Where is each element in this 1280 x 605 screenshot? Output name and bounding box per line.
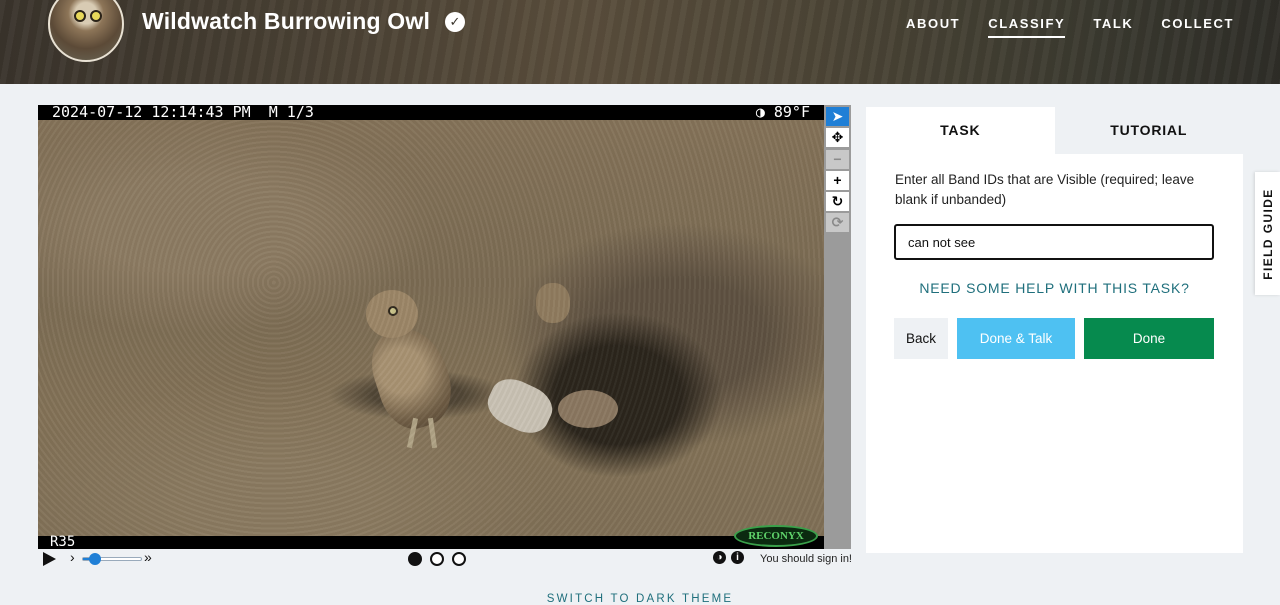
subject-image[interactable]: 2024-07-12 12:14:43 PM M 1/3 ◑ 89°F R35 … bbox=[38, 105, 824, 549]
camera-timestamp: 2024-07-12 12:14:43 PM M 1/3 bbox=[38, 105, 824, 120]
tab-task[interactable]: TASK bbox=[866, 107, 1055, 154]
zoom-out-icon[interactable]: − bbox=[826, 150, 849, 169]
frame-dot-3[interactable] bbox=[452, 552, 466, 566]
project-header: Wildwatch Burrowing Owl ✓ ABOUT CLASSIFY… bbox=[0, 0, 1280, 84]
tab-tutorial[interactable]: TUTORIAL bbox=[1054, 107, 1243, 154]
project-title[interactable]: Wildwatch Burrowing Owl bbox=[142, 8, 430, 35]
playback-speed-slider[interactable] bbox=[82, 553, 142, 565]
pan-tool-icon[interactable]: ✥ bbox=[826, 128, 849, 147]
project-avatar[interactable] bbox=[48, 0, 124, 62]
info-icon[interactable]: i bbox=[731, 551, 744, 564]
task-instruction: Enter all Band IDs that are Visible (req… bbox=[895, 172, 1195, 207]
zoom-in-icon[interactable]: + bbox=[826, 171, 849, 190]
switch-theme-button[interactable]: SWITCH TO DARK THEME bbox=[0, 593, 1280, 605]
speed-slider-handle[interactable] bbox=[89, 553, 101, 565]
project-nav: ABOUT CLASSIFY TALK COLLECT bbox=[906, 16, 1234, 38]
camera-brand-logo: RECONYX bbox=[734, 525, 818, 547]
image-toolbar: ➤ ✥ − + ↻ ⟳ bbox=[824, 105, 851, 549]
task-tabs: TASK TUTORIAL bbox=[866, 107, 1243, 154]
camera-footer-bar bbox=[38, 536, 824, 549]
rotate-icon[interactable]: ↻ bbox=[826, 192, 849, 211]
signin-notice[interactable]: You should sign in! bbox=[760, 553, 852, 565]
camera-trap-photo bbox=[38, 105, 824, 549]
nav-about[interactable]: ABOUT bbox=[906, 16, 960, 38]
owl-eye-left bbox=[74, 10, 86, 22]
burrow-mound bbox=[536, 283, 570, 323]
frame-selector bbox=[408, 552, 466, 566]
camera-id: R35 bbox=[50, 534, 76, 549]
nav-collect[interactable]: COLLECT bbox=[1161, 16, 1234, 38]
slower-icon[interactable]: › bbox=[70, 549, 75, 565]
faster-icon[interactable]: » bbox=[144, 549, 152, 565]
rock bbox=[481, 371, 559, 441]
frame-dot-1[interactable] bbox=[408, 552, 422, 566]
camera-temperature: ◑ 89°F bbox=[755, 105, 810, 121]
frame-dot-2[interactable] bbox=[430, 552, 444, 566]
invert-colors-icon[interactable]: ◑ bbox=[713, 551, 726, 564]
burrowing-owl bbox=[358, 290, 488, 449]
frame-controls: › » ◑ i You should sign in! bbox=[38, 549, 852, 569]
field-guide-tab[interactable]: FIELD GUIDE bbox=[1255, 172, 1280, 295]
field-guide-label: FIELD GUIDE bbox=[1260, 187, 1275, 280]
done-and-talk-button[interactable]: Done & Talk bbox=[957, 318, 1075, 359]
owlet-in-burrow bbox=[558, 390, 618, 428]
nav-talk[interactable]: TALK bbox=[1093, 16, 1133, 38]
reset-icon[interactable]: ⟳ bbox=[826, 213, 849, 232]
band-id-input[interactable] bbox=[894, 224, 1214, 260]
task-panel: TASK TUTORIAL Enter all Band IDs that ar… bbox=[866, 107, 1243, 553]
pointer-tool-icon[interactable]: ➤ bbox=[826, 107, 849, 126]
play-icon[interactable] bbox=[43, 552, 56, 566]
check-badge-icon: ✓ bbox=[445, 12, 465, 32]
back-button[interactable]: Back bbox=[894, 318, 948, 359]
done-button[interactable]: Done bbox=[1084, 318, 1214, 359]
task-help-link[interactable]: NEED SOME HELP WITH THIS TASK? bbox=[866, 280, 1243, 296]
nav-classify[interactable]: CLASSIFY bbox=[988, 16, 1066, 38]
owl-eye-right bbox=[90, 10, 102, 22]
